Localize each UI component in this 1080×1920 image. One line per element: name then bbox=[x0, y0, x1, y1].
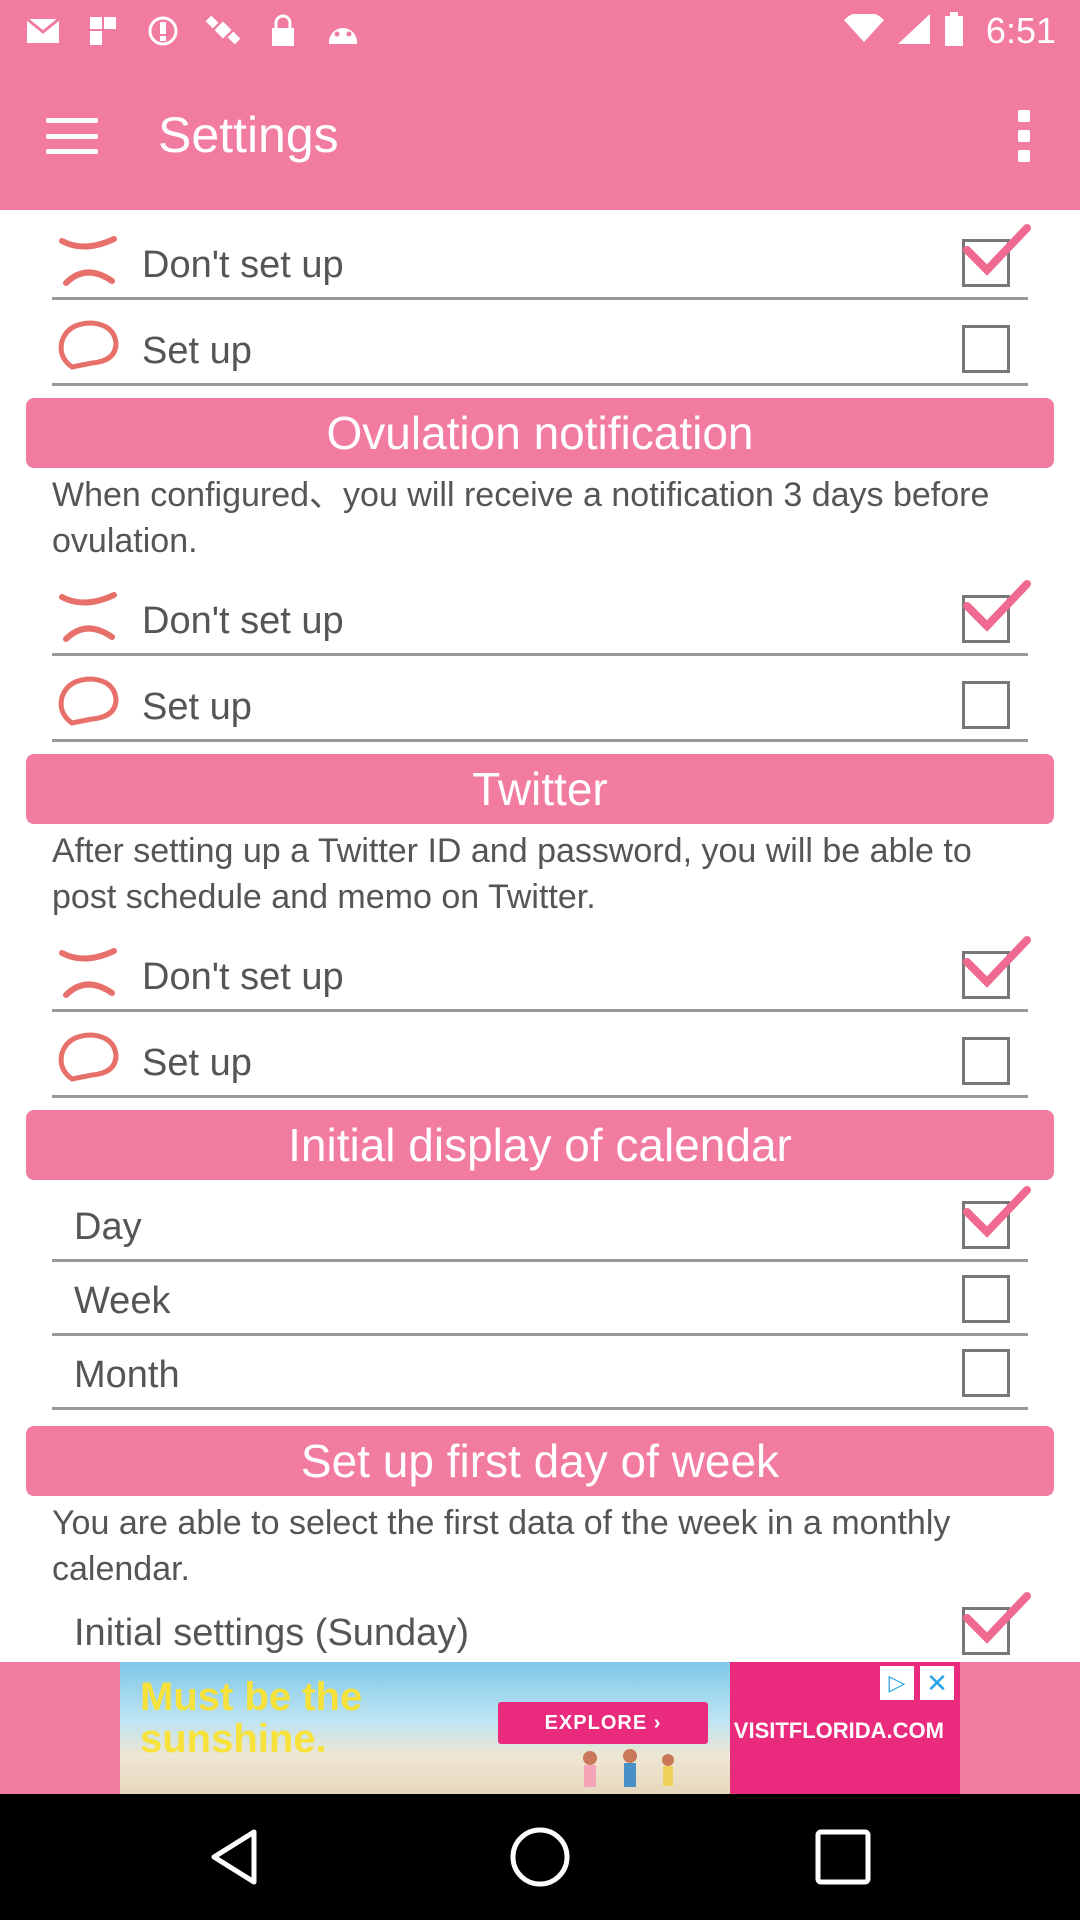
mail-icon bbox=[24, 14, 62, 48]
section-header-ovulation: Ovulation notification bbox=[26, 398, 1054, 468]
beach-people-image bbox=[583, 1749, 674, 1787]
option-dont-set-up[interactable]: Don't set up bbox=[52, 936, 1031, 1012]
checkbox-checked[interactable] bbox=[962, 224, 1031, 287]
satellite-icon bbox=[204, 14, 242, 48]
checkbox-unchecked[interactable] bbox=[962, 1349, 1010, 1397]
checkbox-checked[interactable] bbox=[962, 1186, 1031, 1249]
checkbox-unchecked[interactable] bbox=[962, 681, 1010, 729]
settings-list[interactable]: Don't set up Set up Ovulation notificati… bbox=[0, 210, 1080, 1662]
section-header-calendar: Initial display of calendar bbox=[26, 1110, 1054, 1180]
android-icon bbox=[324, 14, 362, 48]
option-week[interactable]: Week bbox=[52, 1260, 1028, 1336]
recents-square-icon[interactable] bbox=[810, 1824, 876, 1890]
ad-headline: Must be the sunshine. bbox=[140, 1675, 363, 1761]
section-header-twitter: Twitter bbox=[26, 754, 1054, 824]
back-triangle-icon[interactable] bbox=[204, 1824, 270, 1890]
option-set-up[interactable]: Set up bbox=[52, 310, 1028, 386]
option-label: Don't set up bbox=[142, 600, 344, 642]
option-label: Month bbox=[74, 1354, 180, 1396]
ad-strip: Must be the sunshine. EXPLORE › VISITFLO… bbox=[0, 1662, 1080, 1794]
explore-button[interactable]: EXPLORE › bbox=[498, 1702, 708, 1744]
option-day[interactable]: Day bbox=[52, 1186, 1031, 1262]
cross-icon bbox=[59, 948, 117, 998]
system-icons: 6:51 bbox=[843, 8, 1056, 54]
navigation-bar bbox=[0, 1794, 1080, 1920]
option-label: Set up bbox=[142, 686, 252, 728]
alert-circle-icon bbox=[144, 14, 182, 48]
cross-icon bbox=[59, 236, 117, 286]
signal-icon bbox=[897, 13, 930, 49]
adchoices-icon[interactable]: ▷ bbox=[880, 1666, 914, 1700]
option-initial-settings-sunday[interactable]: Initial settings (Sunday) bbox=[52, 1592, 1031, 1662]
wifi-icon bbox=[843, 11, 884, 49]
ad-brand: VISITFLORIDA.COM bbox=[733, 1718, 944, 1743]
notification-icons bbox=[24, 10, 362, 52]
section-header-first-day: Set up first day of week bbox=[26, 1426, 1054, 1496]
clock: 6:51 bbox=[985, 10, 1056, 51]
checkbox-checked[interactable] bbox=[962, 1592, 1031, 1655]
checkbox-unchecked[interactable] bbox=[962, 1275, 1010, 1323]
circle-icon bbox=[58, 1032, 119, 1082]
app-bar: Settings bbox=[0, 62, 1080, 210]
check-icon bbox=[963, 936, 1031, 988]
checkbox-unchecked[interactable] bbox=[962, 1037, 1010, 1085]
more-vert-icon[interactable] bbox=[1008, 104, 1040, 168]
circle-icon bbox=[58, 676, 119, 726]
hamburger-menu-icon[interactable] bbox=[40, 108, 104, 164]
option-set-up[interactable]: Set up bbox=[52, 1022, 1028, 1098]
cross-icon bbox=[59, 592, 117, 642]
ad-banner[interactable]: Must be the sunshine. EXPLORE › VISITFLO… bbox=[120, 1662, 960, 1794]
section-description: When configured、you will receive a notif… bbox=[52, 476, 990, 560]
option-label: Initial settings (Sunday) bbox=[74, 1612, 469, 1654]
option-dont-set-up[interactable]: Don't set up bbox=[52, 580, 1031, 656]
option-set-up[interactable]: Set up bbox=[52, 666, 1028, 742]
option-label: Set up bbox=[142, 330, 252, 372]
checkbox-checked[interactable] bbox=[962, 936, 1031, 999]
check-icon bbox=[963, 1186, 1031, 1238]
section-description: After setting up a Twitter ID and passwo… bbox=[52, 832, 972, 916]
battery-icon bbox=[944, 11, 964, 51]
checkbox-unchecked[interactable] bbox=[962, 325, 1010, 373]
status-bar: 6:51 bbox=[0, 0, 1080, 62]
option-label: Don't set up bbox=[142, 956, 344, 998]
check-icon bbox=[963, 224, 1031, 276]
section-description: You are able to select the first data of… bbox=[52, 1504, 951, 1588]
option-label: Week bbox=[74, 1280, 171, 1322]
lock-icon bbox=[264, 14, 302, 48]
circle-icon bbox=[58, 320, 119, 370]
close-icon[interactable]: ✕ bbox=[920, 1666, 954, 1700]
option-dont-set-up[interactable]: Don't set up bbox=[52, 224, 1031, 300]
home-circle-icon[interactable] bbox=[507, 1824, 573, 1890]
option-month[interactable]: Month bbox=[52, 1334, 1028, 1410]
check-icon bbox=[963, 1592, 1031, 1644]
option-label: Day bbox=[74, 1206, 142, 1248]
check-icon bbox=[963, 580, 1031, 632]
option-label: Set up bbox=[142, 1042, 252, 1084]
checkbox-checked[interactable] bbox=[962, 580, 1031, 643]
option-label: Don't set up bbox=[142, 244, 344, 286]
bookmark-icon bbox=[84, 14, 122, 48]
page-title: Settings bbox=[158, 107, 339, 163]
